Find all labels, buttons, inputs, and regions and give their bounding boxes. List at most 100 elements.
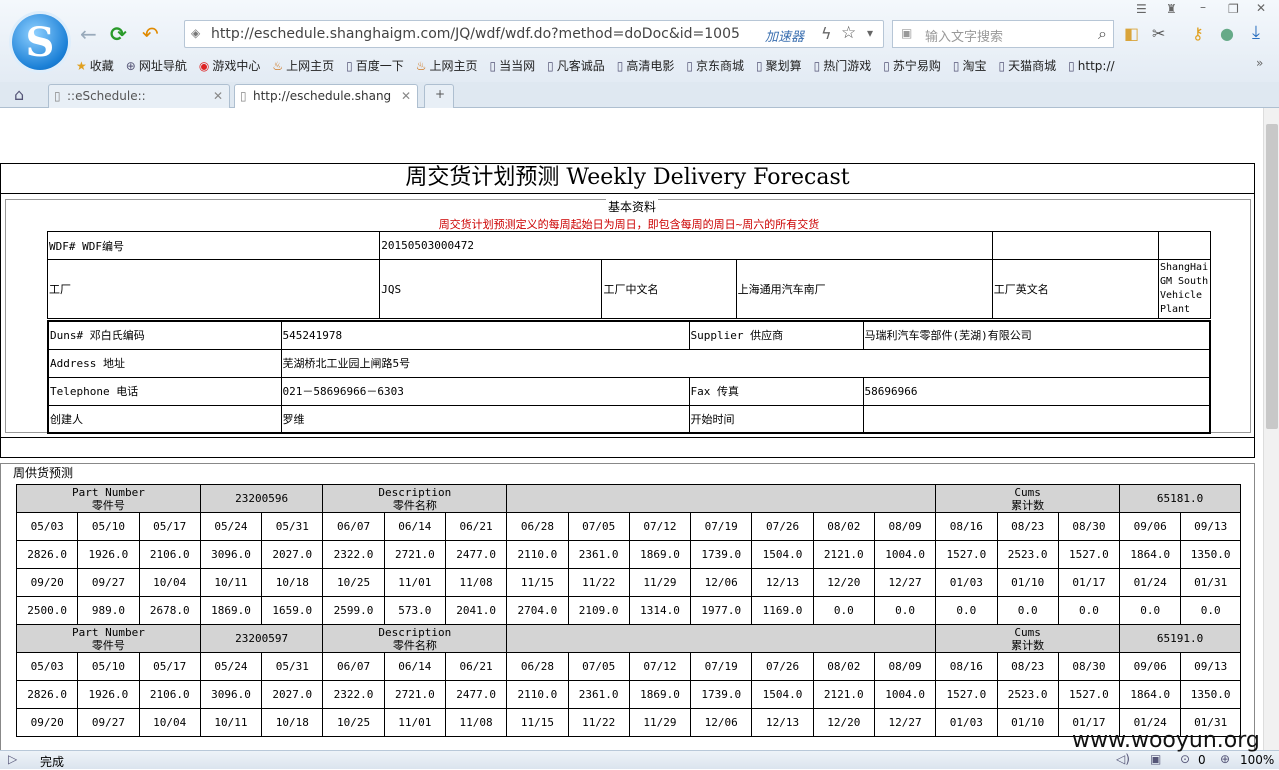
bookmark-item[interactable]: ▯ 凡客诚品 [547, 57, 605, 74]
bookmark-item[interactable]: ▯ 热门游戏 [814, 57, 872, 74]
bookmark-item[interactable]: ▯ http:// [1068, 59, 1114, 73]
quantity-cell: 2041.0 [444, 596, 508, 625]
page-content: 周交货计划预测 Weekly Delivery Forecast 基本资料 周交… [0, 108, 1263, 750]
week-date-cell: 07/12 [628, 652, 692, 681]
screen-icon[interactable]: ▣ [1150, 752, 1161, 766]
bookmark-item[interactable]: ▯ 京东商城 [686, 57, 744, 74]
play-icon[interactable]: ▷ [8, 752, 17, 766]
bookmark-item[interactable]: ♨ 上网主页 [272, 57, 334, 74]
scissors-icon[interactable]: ✂ [1152, 24, 1165, 43]
bookmark-item[interactable]: ▯ 苏宁易购 [883, 57, 941, 74]
week-date-cell: 07/05 [567, 512, 630, 541]
url-dropdown-icon[interactable]: ▾ [867, 26, 873, 40]
browser-logo-icon[interactable]: S [12, 14, 68, 70]
bookmark-icon: ▯ [346, 59, 353, 73]
quantity-cell: 0.0 [935, 596, 998, 625]
bookmark-label: 上网主页 [429, 59, 478, 73]
search-box[interactable]: ▣ 输入文字搜索 ⌕ [892, 20, 1114, 48]
search-input[interactable]: 输入文字搜索 [925, 26, 1003, 45]
bookmark-item[interactable]: ⊕ 网址导航 [126, 57, 187, 74]
quantity-cell: 1169.0 [751, 596, 814, 625]
close-icon[interactable]: ✕ [1256, 1, 1266, 15]
zoom-level[interactable]: 100% [1240, 753, 1274, 767]
tab-label: http://eschedule.shang [253, 89, 392, 103]
vertical-scrollbar[interactable] [1263, 108, 1279, 750]
zoom-icon[interactable]: ⊕ [1220, 752, 1230, 766]
description-label: Description [378, 625, 452, 639]
close-tab-icon[interactable]: ✕ [401, 89, 411, 103]
bookmark-item[interactable]: ▯ 百度一下 [346, 57, 404, 74]
week-date-cell: 01/03 [935, 568, 998, 597]
part-number-cell: 23200597 [199, 624, 324, 653]
bookmark-item[interactable]: ★ 收藏 [76, 57, 114, 74]
home-icon[interactable]: ⌂ [14, 85, 24, 104]
bookmark-item[interactable]: ♨ 上网主页 [416, 57, 478, 74]
week-date-cell: 12/27 [873, 708, 937, 737]
minimize-icon[interactable]: – [1200, 0, 1206, 14]
week-date-cell: 11/22 [567, 708, 630, 737]
bookmark-item[interactable]: ▯ 当当网 [490, 57, 536, 74]
duns-label: Duns# 邓白氏编码 [47, 320, 282, 350]
key-icon[interactable]: ⚷ [1192, 24, 1204, 43]
download-status-icon[interactable]: ⊙ [1180, 752, 1190, 766]
quantity-cell: 2477.0 [444, 680, 508, 709]
bookmark-item[interactable]: ▯ 天猫商城 [999, 57, 1057, 74]
quantity-cell: 2106.0 [138, 540, 201, 569]
week-date-cell: 11/15 [506, 708, 569, 737]
week-date-cell: 08/09 [873, 652, 937, 681]
more-icon[interactable]: ● [1220, 24, 1234, 43]
refresh-icon[interactable]: ⟳ [110, 22, 127, 46]
restore-icon[interactable]: ❐ [1228, 2, 1239, 16]
quantity-cell: 2826.0 [15, 540, 79, 569]
week-date-cell: 11/29 [628, 568, 692, 597]
part-number-header: Part Number 零件号 [16, 624, 201, 653]
quantity-cell: 2109.0 [567, 596, 630, 625]
week-date-cell: 12/06 [690, 568, 753, 597]
download-icon[interactable]: ⤓ [1252, 22, 1260, 43]
quantity-cell: 2110.0 [506, 680, 569, 709]
accelerator-label[interactable]: 加速器 [765, 26, 804, 45]
tab-eschedule[interactable]: ▯ ::eSchedule:: ✕ [48, 84, 230, 108]
quantity-cell: 2361.0 [567, 540, 630, 569]
new-tab-button[interactable]: + [424, 84, 454, 108]
bookmark-item[interactable]: ▯ 高清电影 [617, 57, 675, 74]
skin-icon[interactable]: ♜ [1166, 2, 1177, 16]
week-date-cell: 01/10 [996, 568, 1059, 597]
plugin-icon[interactable]: ◧ [1124, 24, 1139, 43]
back-icon[interactable]: ← [80, 22, 97, 46]
week-date-cell: 10/18 [261, 708, 324, 737]
week-date-cell: 09/06 [1119, 652, 1182, 681]
volume-icon[interactable]: ◁) [1116, 752, 1130, 766]
undo-icon[interactable]: ↶ [142, 22, 159, 46]
close-tab-icon[interactable]: ✕ [213, 89, 223, 103]
tab-current[interactable]: ▯ http://eschedule.shang ✕ [234, 84, 418, 108]
search-engine-icon[interactable]: ▣ [901, 26, 912, 40]
bookmark-item[interactable]: ▯ 聚划算 [756, 57, 802, 74]
part-header-row: Part Number 零件号 23200596 Description 零件名称 Cum… [16, 484, 1241, 513]
quantity-cell: 1527.0 [935, 680, 998, 709]
bookmark-item[interactable]: ◉ 游戏中心 [199, 57, 261, 74]
lightning-icon[interactable]: ϟ [821, 24, 832, 43]
search-icon[interactable]: ⌕ [1098, 24, 1107, 44]
bookmark-item[interactable]: ▯ 淘宝 [953, 57, 987, 74]
cums-header: Cums 累计数 [935, 624, 1121, 653]
part-number-label: Part Number [71, 625, 145, 639]
watermark: www.wooyun.org [1072, 728, 1260, 753]
star-icon[interactable]: ☆ [841, 23, 856, 43]
bookmark-icon: ▯ [686, 59, 694, 73]
plant-en-label: 工厂英文名 [991, 259, 1159, 319]
week-date-cell: 01/10 [996, 708, 1059, 737]
week-date-cell: 09/20 [15, 568, 79, 597]
supplier-label: Supplier 供应商 [688, 320, 864, 350]
scrollbar-thumb[interactable] [1266, 124, 1278, 429]
bookmarks-overflow-icon[interactable]: » [1256, 56, 1263, 70]
week-date-cell: 12/13 [751, 708, 814, 737]
address-bar[interactable]: ◈ http://eschedule.shanghaigm.com/JQ/wdf… [184, 20, 884, 48]
tab-bar: ⌂ ▯ ::eSchedule:: ✕ ▯ http://eschedule.s… [0, 82, 1279, 108]
url-text[interactable]: http://eschedule.shanghaigm.com/JQ/wdf/w… [211, 26, 741, 42]
quantity-cell: 1864.0 [1119, 540, 1182, 569]
quantity-cell: 1869.0 [628, 540, 692, 569]
menu-icon[interactable]: ☰ [1136, 2, 1147, 16]
basic-info-legend: 基本资料 [606, 198, 659, 215]
quantity-row: 2826.0 1926.0 2106.0 3096.0 2027.0 2322.0 2721… [15, 680, 1241, 709]
